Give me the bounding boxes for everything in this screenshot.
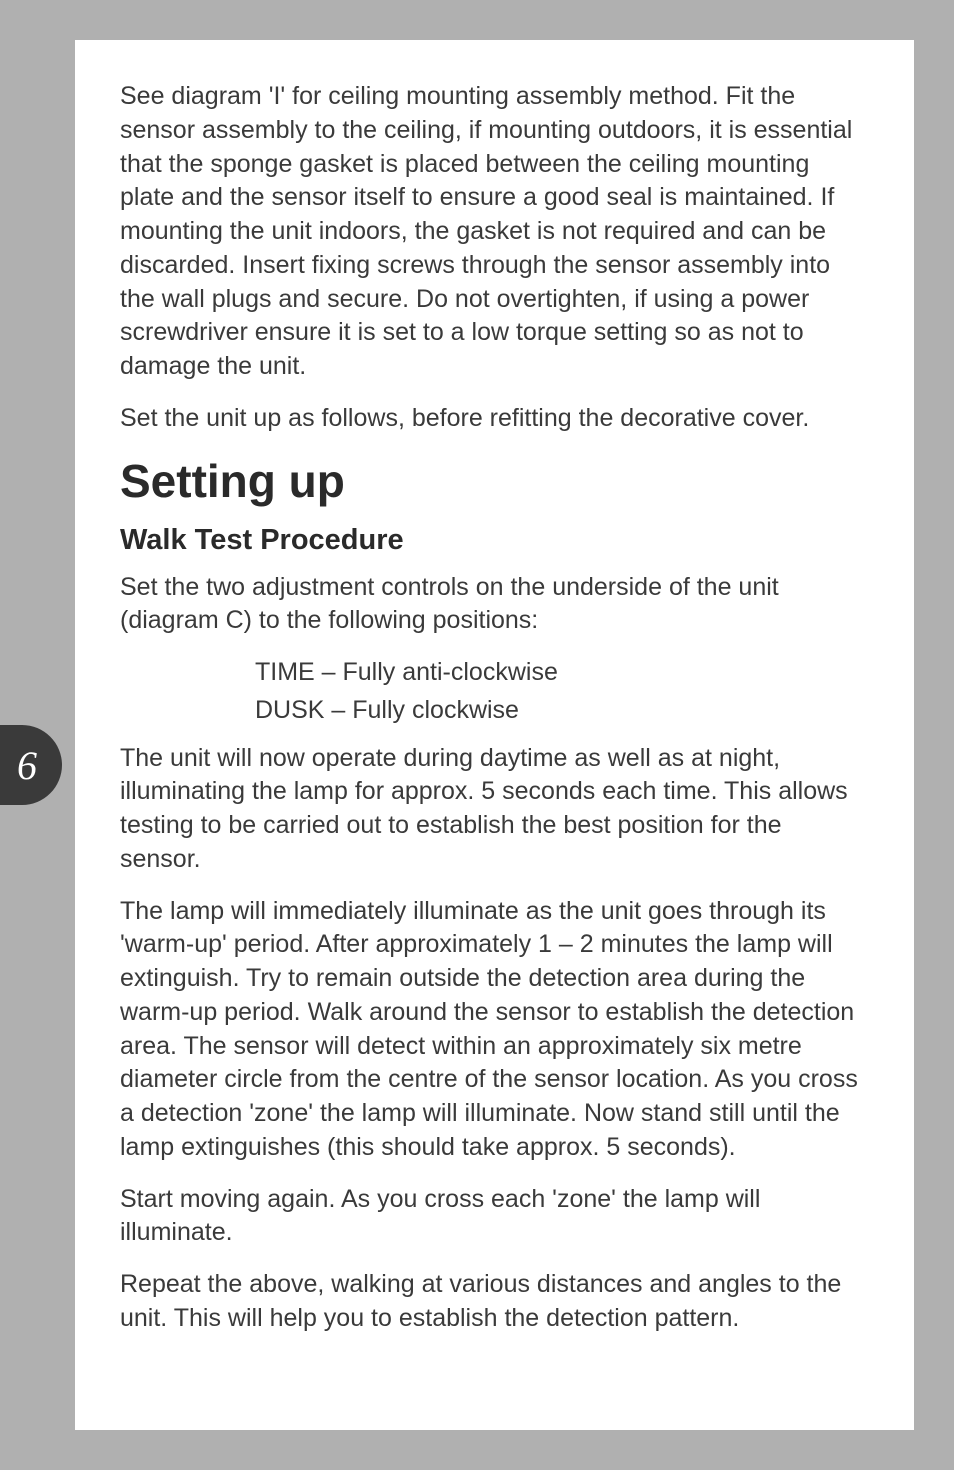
page-number-tab: 6	[0, 725, 62, 805]
heading-walk-test: Walk Test Procedure	[120, 524, 869, 557]
paragraph-warmup: The lamp will immediately illuminate as …	[120, 895, 869, 1165]
heading-setting-up: Setting up	[120, 454, 869, 508]
paragraph-moving: Start moving again. As you cross each 'z…	[120, 1183, 869, 1251]
paragraph-daytime: The unit will now operate during daytime…	[120, 742, 869, 877]
paragraph-intro-2: Set the unit up as follows, before refit…	[120, 402, 869, 436]
paragraph-controls: Set the two adjustment controls on the u…	[120, 571, 869, 639]
setting-time: TIME – Fully anti-clockwise	[120, 656, 869, 690]
paragraph-repeat: Repeat the above, walking at various dis…	[120, 1268, 869, 1336]
setting-dusk: DUSK – Fully clockwise	[120, 694, 869, 728]
paragraph-intro-1: See diagram 'I' for ceiling mounting ass…	[120, 80, 869, 384]
document-page: See diagram 'I' for ceiling mounting ass…	[75, 40, 914, 1430]
page-number: 6	[17, 742, 37, 789]
